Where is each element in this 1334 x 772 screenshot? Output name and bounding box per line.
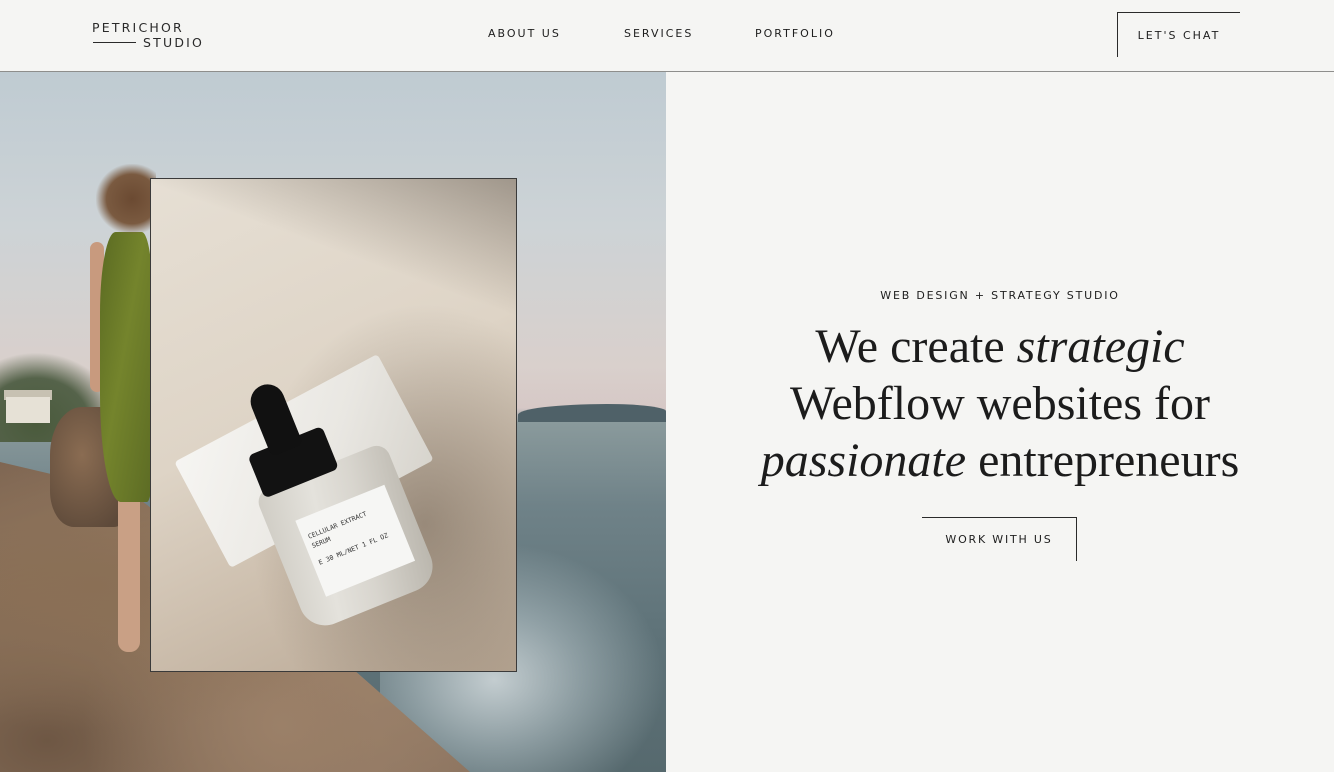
logo-line-1: PETRICHOR [92,20,184,35]
logo-rule [93,42,136,43]
lets-chat-button[interactable]: LET'S CHAT [1117,12,1240,57]
house [6,397,50,423]
woman-hair [96,164,156,234]
hero-headline: We create strategic Webflow websites for… [666,318,1334,489]
woman-green-dress [100,232,152,502]
headline-line-3: passionate entrepreneurs [666,432,1334,489]
product-serum-photo: CELLULAR EXTRACT SERUM E 30 ML/NET 1 FL … [150,178,517,672]
headline-line-1: We create strategic [666,318,1334,375]
headline-text: entrepreneurs [966,434,1240,487]
nav-services[interactable]: SERVICES [624,27,693,40]
hero-eyebrow: WEB DESIGN + STRATEGY STUDIO [880,289,1120,302]
headline-text: We create [815,320,1017,373]
nav-portfolio[interactable]: PORTFOLIO [755,27,835,40]
work-with-us-button[interactable]: WORK WITH US [922,517,1077,561]
headline-line-2: Webflow websites for [789,377,1211,430]
woman-leg [118,492,140,652]
distant-hill [518,404,666,422]
headline-italic: passionate [760,434,967,487]
site-header: PETRICHOR STUDIO ABOUT US SERVICES PORTF… [0,0,1334,72]
label-line-1: CELLULAR EXTRACT [306,509,368,541]
nav-about-us[interactable]: ABOUT US [488,27,561,40]
logo-line-2: STUDIO [143,35,205,50]
logo[interactable]: PETRICHOR STUDIO [92,20,212,52]
headline-italic: strategic [1016,320,1185,373]
dropper-bulb [245,379,304,457]
